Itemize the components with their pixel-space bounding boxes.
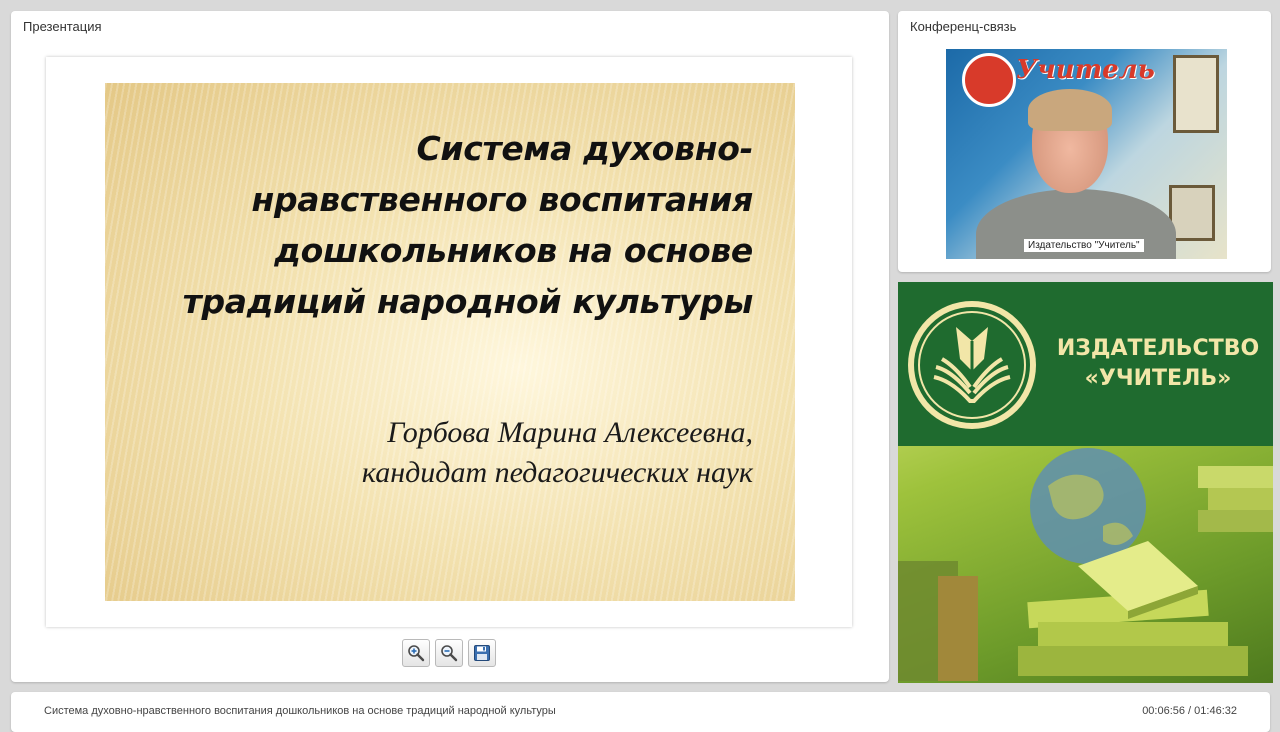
zoom-out-button[interactable]: [435, 639, 463, 667]
books-illustration: [898, 448, 1273, 681]
presentation-panel: Презентация Система духовно-нравственног…: [11, 11, 889, 682]
slide-author-name: Горбова Марина Алексеевна,: [387, 416, 753, 449]
publisher-logo-band: ИЗДАТЕЛЬСТВО «УЧИТЕЛЬ»: [898, 282, 1273, 446]
slide-title: Система духовно-нравственного воспитания…: [182, 129, 754, 321]
publisher-name: ИЗДАТЕЛЬСТВО «УЧИТЕЛЬ»: [1048, 334, 1268, 394]
publisher-logo-icon: [962, 53, 1016, 107]
slide: Система духовно-нравственного воспитания…: [105, 83, 795, 601]
slide-author-degree: кандидат педагогических наук: [361, 456, 753, 489]
floppy-disk-icon: [474, 645, 490, 661]
speaker-hair: [1028, 89, 1112, 131]
presentation-panel-title: Презентация: [23, 19, 102, 34]
publisher-emblem-icon: [908, 301, 1036, 429]
zoom-out-icon: [441, 645, 458, 662]
footer-presentation-title: Система духовно-нравственного воспитания…: [44, 705, 556, 717]
slide-viewer: Система духовно-нравственного воспитания…: [46, 57, 852, 627]
slide-author: Горбова Марина Алексеевна, кандидат педа…: [153, 413, 753, 493]
wall-frame: [1173, 55, 1219, 133]
publisher-name-line1: ИЗДАТЕЛЬСТВО: [1056, 336, 1260, 361]
video-feed[interactable]: Учитель Издательство "Учитель": [946, 49, 1227, 259]
publisher-name-line2: «УЧИТЕЛЬ»: [1084, 366, 1232, 391]
zoom-in-button[interactable]: [402, 639, 430, 667]
publisher-banner: ИЗДАТЕЛЬСТВО «УЧИТЕЛЬ»: [898, 282, 1273, 683]
footer-bar: Система духовно-нравственного воспитания…: [11, 692, 1270, 732]
conference-panel-title: Конференц-связь: [910, 19, 1017, 34]
banner-text: Учитель: [1016, 55, 1155, 85]
conference-panel: Конференц-связь Учитель Издательство "Уч…: [898, 11, 1271, 272]
save-button[interactable]: [468, 639, 496, 667]
playback-time: 00:06:56 / 01:46:32: [1142, 705, 1237, 717]
video-participant-label: Издательство "Учитель": [1024, 239, 1144, 252]
zoom-in-icon: [408, 645, 425, 662]
